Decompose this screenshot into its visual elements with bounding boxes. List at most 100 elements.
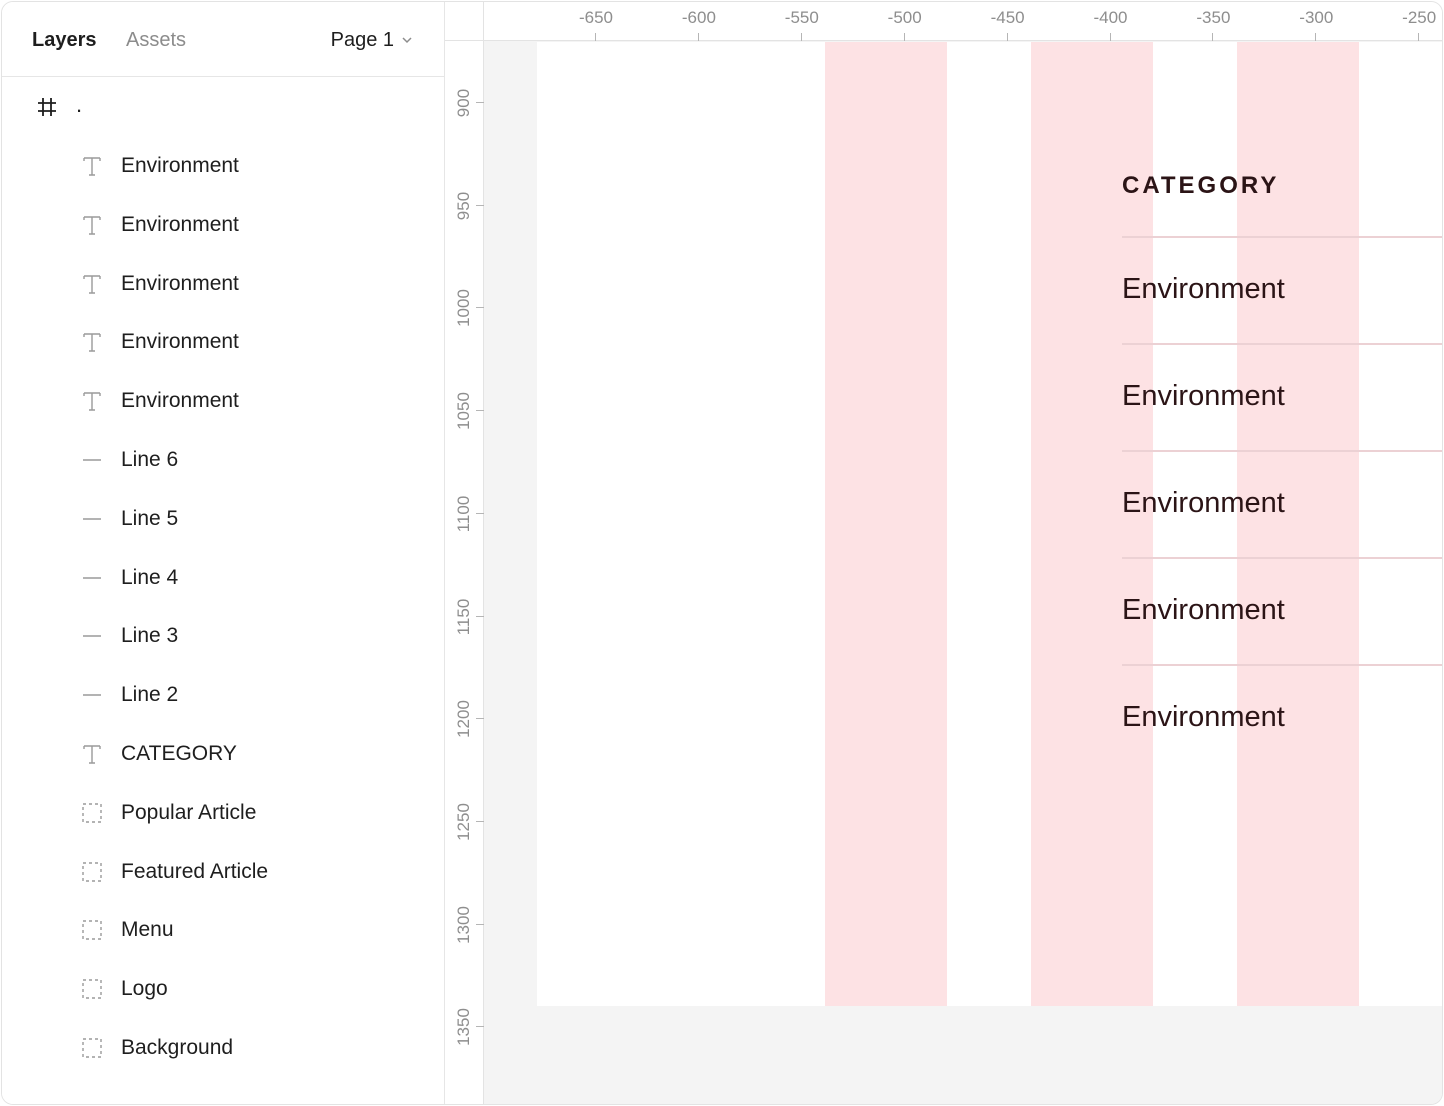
- frame-name: .: [76, 92, 83, 117]
- layer-label: Menu: [121, 918, 174, 942]
- ruler-tick-v: 1000: [445, 278, 484, 338]
- ruler-label: 1150: [454, 598, 473, 635]
- ruler-tick-v: 1150: [445, 587, 484, 647]
- ruler-label: 1100: [454, 495, 473, 533]
- layer-label: Background: [121, 1035, 234, 1059]
- layer-item[interactable]: Line 3: [2, 606, 444, 665]
- ruler-label: -450: [990, 8, 1025, 27]
- line-icon: [80, 683, 104, 707]
- line-icon: [80, 624, 104, 648]
- tab-layers[interactable]: Layers: [32, 27, 97, 53]
- design-app-window: Layers Assets Page 1 . Environment Enviro…: [1, 1, 1443, 1105]
- horizontal-ruler: -650 -600 -550 -500 -450 -400 -350 -300 -250: [484, 2, 1442, 41]
- ruler-label: -500: [887, 8, 922, 27]
- layer-list: Environment Environment Environment Environ…: [2, 136, 444, 1077]
- layer-frame-row[interactable]: .: [2, 78, 444, 136]
- layer-item[interactable]: Environment: [2, 254, 444, 313]
- canvas-area[interactable]: -650 -600 -550 -500 -450 -400 -350 -300 -250 900…: [445, 2, 1442, 1104]
- divider-line[interactable]: [1122, 664, 1442, 666]
- ruler-mark: [476, 204, 484, 206]
- artboard[interactable]: CATEGORY Environment Environment Environme…: [537, 42, 1442, 1006]
- ruler-label: -400: [1093, 8, 1128, 27]
- ruler-label: 1250: [454, 802, 473, 841]
- category-item-text[interactable]: Environment: [1122, 487, 1285, 520]
- layer-item[interactable]: Line 5: [2, 489, 444, 548]
- layer-item[interactable]: Line 4: [2, 548, 444, 607]
- layer-item[interactable]: Featured Article: [2, 842, 444, 901]
- layer-label: Featured Article: [121, 859, 269, 883]
- text-icon: [80, 154, 104, 178]
- ruler-mark: [476, 307, 484, 309]
- text-icon: [80, 272, 104, 296]
- group-icon: [80, 1036, 104, 1060]
- ruler-mark: [1212, 33, 1214, 41]
- ruler-tick-h: -450: [978, 2, 1038, 41]
- ruler-label: -650: [578, 8, 614, 27]
- ruler-tick-v: 1050: [445, 381, 484, 441]
- ruler-mark: [476, 820, 484, 822]
- layer-item[interactable]: Line 6: [2, 430, 444, 489]
- ruler-mark: [476, 923, 484, 925]
- ruler-label: 950: [454, 191, 473, 220]
- ruler-mark: [476, 512, 484, 514]
- category-item-text[interactable]: Environment: [1122, 701, 1285, 734]
- layer-item[interactable]: Logo: [2, 959, 444, 1018]
- ruler-tick-h: -350: [1183, 2, 1243, 41]
- divider-line[interactable]: [1122, 450, 1442, 452]
- layer-item[interactable]: Environment: [2, 312, 444, 371]
- ruler-mark: [1109, 33, 1111, 41]
- text-icon: [80, 389, 104, 413]
- ruler-tick-v: 1300: [445, 895, 484, 955]
- layer-item[interactable]: Environment: [2, 195, 444, 254]
- group-icon: [80, 918, 104, 942]
- layer-item[interactable]: Background: [2, 1018, 444, 1077]
- layer-label: Line 4: [121, 565, 179, 589]
- category-item-text[interactable]: Environment: [1122, 594, 1285, 627]
- layer-item[interactable]: Environment: [2, 136, 444, 195]
- page-selector[interactable]: Page 1: [331, 27, 414, 53]
- ruler-mark: [595, 33, 596, 41]
- layer-label: Line 5: [121, 506, 179, 530]
- layer-item[interactable]: Popular Article: [2, 783, 444, 842]
- ruler-label: -600: [681, 8, 716, 27]
- layer-item[interactable]: Menu: [2, 900, 444, 959]
- divider-line[interactable]: [1122, 236, 1442, 238]
- ruler-corner: [445, 2, 484, 41]
- layer-item[interactable]: CATEGORY: [2, 724, 444, 783]
- layers-sidebar: Layers Assets Page 1 . Environment Enviro…: [2, 2, 445, 1104]
- ruler-mark: [800, 33, 802, 41]
- category-item-text[interactable]: Environment: [1122, 273, 1285, 306]
- layer-label: Environment: [121, 212, 239, 236]
- ruler-label: 900: [454, 88, 473, 118]
- divider-line[interactable]: [1122, 343, 1442, 345]
- ruler-mark: [1006, 33, 1008, 41]
- divider-line[interactable]: [1122, 557, 1442, 559]
- ruler-mark: [476, 410, 484, 412]
- ruler-mark: [476, 102, 484, 103]
- category-heading[interactable]: CATEGORY: [1122, 172, 1279, 200]
- ruler-tick-v: 950: [445, 176, 484, 236]
- ruler-label: 1350: [454, 1008, 473, 1047]
- line-icon: [80, 566, 104, 590]
- layer-label: Line 2: [121, 683, 179, 707]
- ruler-tick-h: -400: [1081, 2, 1141, 41]
- ruler-mark: [476, 718, 484, 720]
- ruler-tick-h: -550: [772, 2, 832, 41]
- ruler-label: 1000: [454, 289, 473, 328]
- frame-hash-icon: [38, 98, 56, 116]
- layer-item[interactable]: Line 2: [2, 665, 444, 724]
- layer-label: Popular Article: [121, 800, 257, 824]
- ruler-label: -350: [1196, 8, 1231, 27]
- tab-assets[interactable]: Assets: [126, 27, 186, 53]
- line-icon: [80, 448, 104, 472]
- group-icon: [80, 977, 104, 1001]
- category-item-text[interactable]: Environment: [1122, 380, 1285, 413]
- ruler-label: -300: [1299, 8, 1334, 27]
- ruler-mark: [1418, 33, 1420, 41]
- ruler-tick-h: -300: [1286, 2, 1346, 41]
- ruler-tick-h: -500: [875, 2, 935, 41]
- layout-grid-column: [825, 42, 947, 1006]
- ruler-tick-v: 1200: [445, 689, 484, 749]
- layer-item[interactable]: Environment: [2, 371, 444, 430]
- ruler-mark: [903, 33, 905, 41]
